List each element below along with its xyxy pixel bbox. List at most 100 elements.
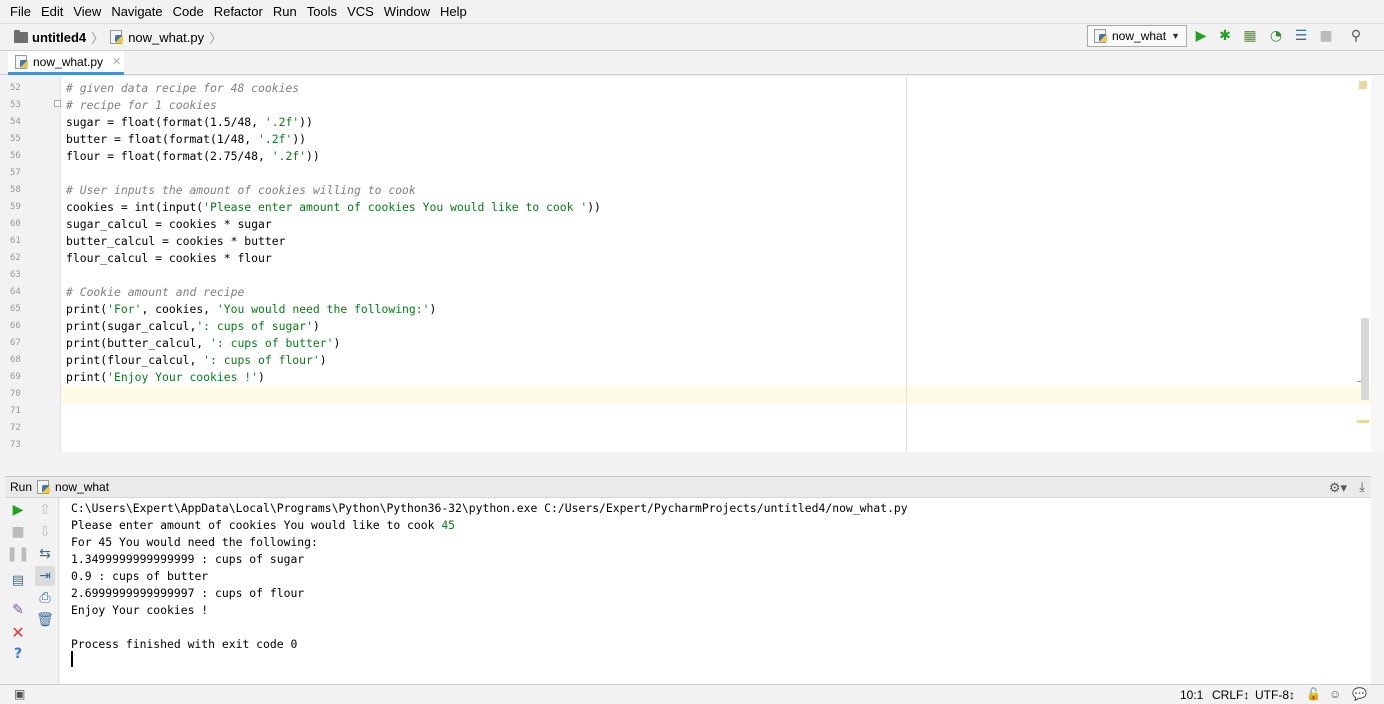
print-icon[interactable]: ⎙ bbox=[35, 588, 55, 608]
code-line[interactable]: # recipe for 1 cookies bbox=[66, 97, 217, 114]
layout-icon[interactable]: ▤ bbox=[8, 570, 28, 590]
file-encoding[interactable]: UTF-8↕ bbox=[1255, 688, 1295, 702]
code-line[interactable]: flour = float(format(2.75/48, '.2f')) bbox=[66, 148, 320, 165]
scroll-to-end-icon[interactable]: ⇥ bbox=[35, 566, 55, 586]
line-number: 63 bbox=[10, 270, 21, 280]
menu-view[interactable]: View bbox=[69, 4, 107, 19]
console-output-text: 2.6999999999999997 : cups of flour bbox=[71, 586, 305, 600]
code-line[interactable]: print(butter_calcul, ': cups of butter') bbox=[66, 335, 340, 352]
menu-navigate[interactable]: Navigate bbox=[107, 4, 168, 19]
line-number: 57 bbox=[10, 168, 21, 178]
menu-bar: File Edit View Navigate Code Refactor Run Tools… bbox=[0, 0, 1384, 23]
debug-icon[interactable]: ✱ bbox=[1217, 28, 1233, 44]
line-number: 67 bbox=[10, 338, 21, 348]
code-text: # User inputs the amount of cookies will… bbox=[66, 183, 416, 197]
tool-windows-icon[interactable]: ▣ bbox=[14, 687, 25, 701]
menu-edit[interactable]: Edit bbox=[37, 4, 69, 19]
rerun-icon[interactable]: ▶ bbox=[8, 500, 28, 520]
menu-refactor[interactable]: Refactor bbox=[210, 4, 269, 19]
inspection-status-icon[interactable] bbox=[1359, 81, 1367, 89]
help-icon[interactable]: ? bbox=[8, 644, 28, 664]
run-console[interactable]: C:\Users\Expert\AppData\Local\Programs\P… bbox=[60, 498, 1371, 684]
code-line[interactable]: butter_calcul = cookies * butter bbox=[66, 233, 285, 250]
code-text: sugar_calcul = cookies * sugar bbox=[66, 217, 272, 231]
search-icon[interactable]: ⚲ bbox=[1348, 28, 1364, 44]
console-output-text: Process finished with exit code 0 bbox=[71, 637, 298, 651]
code-line[interactable]: sugar_calcul = cookies * sugar bbox=[66, 216, 272, 233]
code-line[interactable]: sugar = float(format(1.5/48, '.2f')) bbox=[66, 114, 313, 131]
menu-file[interactable]: File bbox=[6, 4, 37, 19]
line-number: 58 bbox=[10, 185, 21, 195]
status-bar: ▣ 10:1 CRLF↕ UTF-8↕ 🔓 ☺ 💬 bbox=[0, 684, 1384, 704]
tab-label: now_what.py bbox=[33, 54, 104, 69]
stop-icon[interactable]: ■ bbox=[8, 522, 28, 542]
python-icon bbox=[37, 480, 51, 494]
python-file-icon bbox=[15, 54, 29, 69]
string-literal: '.2f' bbox=[264, 115, 300, 129]
line-number: 55 bbox=[10, 134, 21, 144]
code-line[interactable]: print(sugar_calcul,': cups of sugar') bbox=[66, 318, 320, 335]
run-configuration-select[interactable]: now_what ▼ bbox=[1087, 25, 1187, 47]
line-number: 54 bbox=[10, 117, 21, 127]
gear-icon[interactable]: ⚙▾ bbox=[1329, 480, 1347, 496]
code-line[interactable]: print('For', cookies, 'You would need th… bbox=[66, 301, 436, 318]
trash-icon[interactable]: 🗑 bbox=[35, 610, 55, 630]
run-configuration-label: now_what bbox=[1112, 29, 1167, 43]
fold-marker-icon[interactable] bbox=[54, 100, 61, 107]
code-text: sugar = float(format(1.5/48, '.2f')) bbox=[66, 115, 313, 129]
scrollbar-warning-mark[interactable] bbox=[1357, 420, 1369, 423]
code-line[interactable]: # Cookie amount and recipe bbox=[66, 284, 244, 301]
line-separator[interactable]: CRLF↕ bbox=[1212, 688, 1249, 702]
arrow-down-icon[interactable]: ⇩ bbox=[35, 522, 55, 542]
menu-run[interactable]: Run bbox=[269, 4, 303, 19]
arrow-up-icon[interactable]: ⇧ bbox=[35, 500, 55, 520]
console-output-text: 0.9 : cups of butter bbox=[71, 569, 209, 583]
profile-icon[interactable]: ◔ bbox=[1268, 28, 1284, 44]
run-icon[interactable]: ▶ bbox=[1193, 28, 1209, 44]
caret-position[interactable]: 10:1 bbox=[1180, 688, 1203, 702]
code-text: # Cookie amount and recipe bbox=[66, 285, 245, 299]
tab-now-what-py[interactable]: now_what.py ✕ bbox=[8, 51, 124, 75]
menu-window[interactable]: Window bbox=[380, 4, 436, 19]
breadcrumb-file[interactable]: now_what.py bbox=[128, 30, 204, 45]
close-icon[interactable]: ✕ bbox=[8, 622, 28, 642]
breadcrumb-project[interactable]: untitled4 bbox=[32, 30, 86, 45]
code-line[interactable]: butter = float(format(1/48, '.2f')) bbox=[66, 131, 306, 148]
inspector-icon[interactable]: ☺ bbox=[1329, 687, 1341, 701]
run-tab-name[interactable]: now_what bbox=[55, 480, 109, 494]
code-line[interactable]: flour_calcul = cookies * flour bbox=[66, 250, 272, 267]
soft-wrap-icon[interactable]: ⇆ bbox=[35, 544, 55, 564]
console-line: Please enter amount of cookies You would… bbox=[71, 517, 455, 534]
code-line[interactable]: cookies = int(input('Please enter amount… bbox=[66, 199, 601, 216]
menu-tools[interactable]: Tools bbox=[303, 4, 343, 19]
code-line[interactable]: # User inputs the amount of cookies will… bbox=[66, 182, 416, 199]
console-output-text: 1.3499999999999999 : cups of sugar bbox=[71, 552, 305, 566]
pin-tab-icon[interactable]: ✎ bbox=[8, 600, 28, 620]
code-line[interactable]: print('Enjoy Your cookies !') bbox=[66, 369, 265, 386]
coverage-icon[interactable]: ▦ bbox=[1242, 28, 1258, 44]
notifications-icon[interactable]: 💬 bbox=[1352, 687, 1367, 701]
string-literal: 'You would need the following:' bbox=[216, 302, 430, 316]
chevron-down-icon: ▼ bbox=[1171, 31, 1180, 41]
stop-icon[interactable]: ■ bbox=[1318, 28, 1334, 44]
code-editor[interactable]: 52 # given data recipe for 48 cookies 53 # … bbox=[5, 76, 1371, 452]
line-number: 56 bbox=[10, 151, 21, 161]
run-panel-title: Run bbox=[10, 480, 33, 494]
python-icon bbox=[1094, 29, 1108, 43]
code-text: print('For', cookies, 'You would need th… bbox=[66, 302, 437, 316]
string-literal: ': cups of sugar' bbox=[196, 319, 313, 333]
menu-code[interactable]: Code bbox=[169, 4, 210, 19]
code-line[interactable]: # given data recipe for 48 cookies bbox=[66, 80, 299, 97]
editor-scrollbar[interactable] bbox=[1371, 76, 1384, 452]
concurrency-icon[interactable]: ☰ bbox=[1293, 28, 1309, 44]
lock-icon[interactable]: 🔓 bbox=[1306, 687, 1321, 701]
menu-vcs[interactable]: VCS bbox=[343, 4, 380, 19]
scrollbar-thumb[interactable] bbox=[1361, 318, 1369, 400]
hide-panel-icon[interactable]: ⤓ bbox=[1359, 479, 1365, 495]
close-icon[interactable]: ✕ bbox=[112, 55, 121, 68]
menu-help[interactable]: Help bbox=[436, 4, 473, 19]
code-line[interactable]: print(flour_calcul, ': cups of flour') bbox=[66, 352, 327, 369]
breadcrumb: untitled4 〉 now_what.py 〉 bbox=[14, 28, 222, 47]
code-text: butter = float(format(1/48, '.2f')) bbox=[66, 132, 307, 146]
pause-icon[interactable]: ❚❚ bbox=[6, 544, 29, 564]
